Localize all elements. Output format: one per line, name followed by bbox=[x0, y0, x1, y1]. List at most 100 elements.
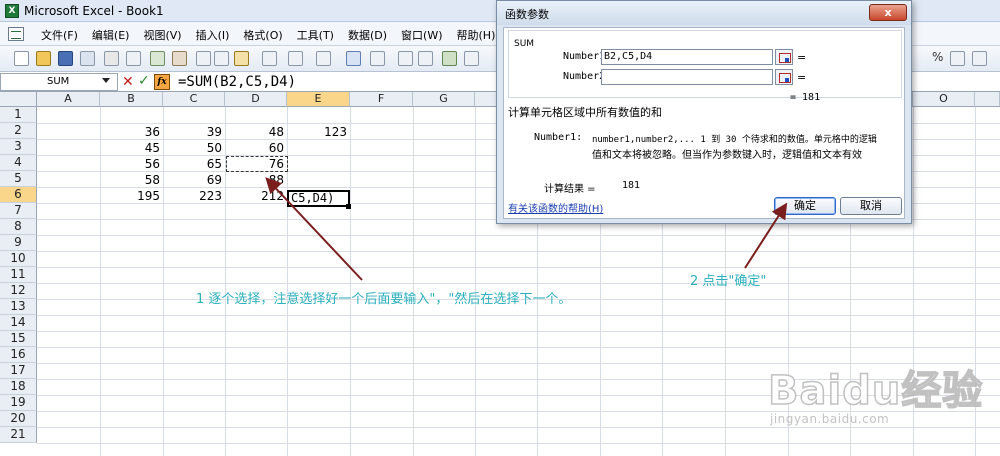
column-header-f[interactable]: F bbox=[350, 92, 413, 107]
function-arguments-dialog: 函数参数 x SUM Number1 B2,C5,D4 = Number2 = … bbox=[496, 0, 912, 224]
menu-insert[interactable]: 插入(I) bbox=[189, 27, 237, 43]
cell-b2[interactable]: 36 bbox=[100, 124, 163, 140]
redo-icon[interactable] bbox=[316, 51, 331, 66]
row-header-16[interactable]: 16 bbox=[0, 347, 37, 363]
row-header-15[interactable]: 15 bbox=[0, 331, 37, 347]
open-icon[interactable] bbox=[36, 51, 51, 66]
print-icon[interactable] bbox=[104, 51, 119, 66]
column-header-d[interactable]: D bbox=[225, 92, 287, 107]
menu-file[interactable]: 文件(F) bbox=[34, 27, 85, 43]
sort-ascending-icon[interactable] bbox=[398, 51, 413, 66]
workbook-icon[interactable] bbox=[8, 27, 24, 41]
row-header-5[interactable]: 5 bbox=[0, 171, 37, 187]
row-header-9[interactable]: 9 bbox=[0, 235, 37, 251]
collapse-dialog-icon[interactable] bbox=[775, 69, 793, 85]
hyperlink-icon[interactable] bbox=[346, 51, 361, 66]
row-header-7[interactable]: 7 bbox=[0, 203, 37, 219]
cell-c3[interactable]: 50 bbox=[163, 140, 225, 156]
drawing-icon[interactable] bbox=[464, 51, 479, 66]
column-header-p[interactable] bbox=[975, 92, 1000, 107]
menu-data[interactable]: 数据(D) bbox=[341, 27, 394, 43]
menu-tools[interactable]: 工具(T) bbox=[290, 27, 341, 43]
autosum-icon[interactable] bbox=[370, 51, 385, 66]
row-header-12[interactable]: 12 bbox=[0, 283, 37, 299]
argument-description-line2: 值和文本将被忽略。但当作为参数键入时，逻辑值和文本有效 bbox=[592, 150, 862, 161]
row-header-4[interactable]: 4 bbox=[0, 155, 37, 171]
column-header-b[interactable]: B bbox=[100, 92, 163, 107]
row-header-14[interactable]: 14 bbox=[0, 315, 37, 331]
cell-b5[interactable]: 58 bbox=[100, 172, 163, 188]
ok-button[interactable]: 确定 bbox=[774, 197, 836, 215]
cell-c2[interactable]: 39 bbox=[163, 124, 225, 140]
fill-handle[interactable] bbox=[346, 204, 351, 209]
enter-icon[interactable]: ✓ bbox=[138, 73, 150, 89]
cell-c4[interactable]: 65 bbox=[163, 156, 225, 172]
row-header-18[interactable]: 18 bbox=[0, 379, 37, 395]
print-preview-icon[interactable] bbox=[126, 51, 141, 66]
gridline bbox=[37, 267, 1000, 268]
menu-window[interactable]: 窗口(W) bbox=[394, 27, 449, 43]
cancel-button[interactable]: 取消 bbox=[840, 197, 902, 215]
cell-e2[interactable]: 123 bbox=[287, 124, 350, 140]
cell-d2[interactable]: 48 bbox=[225, 124, 287, 140]
cell-b3[interactable]: 45 bbox=[100, 140, 163, 156]
select-all-corner[interactable] bbox=[0, 92, 37, 107]
cancel-icon[interactable]: ✕ bbox=[122, 74, 134, 90]
menu-edit[interactable]: 编辑(E) bbox=[85, 27, 137, 43]
column-header-c[interactable]: C bbox=[163, 92, 225, 107]
paste-icon[interactable] bbox=[234, 51, 249, 66]
number1-input[interactable]: B2,C5,D4 bbox=[601, 49, 773, 65]
row-header-19[interactable]: 19 bbox=[0, 395, 37, 411]
row-header-10[interactable]: 10 bbox=[0, 251, 37, 267]
row-header-8[interactable]: 8 bbox=[0, 219, 37, 235]
chart-wizard-icon[interactable] bbox=[442, 51, 457, 66]
new-icon[interactable] bbox=[14, 51, 29, 66]
chevron-down-icon[interactable] bbox=[102, 78, 110, 83]
column-header-g[interactable]: G bbox=[413, 92, 475, 107]
cell-d3[interactable]: 60 bbox=[225, 140, 287, 156]
cell-b4[interactable]: 56 bbox=[100, 156, 163, 172]
dialog-title-bar[interactable]: 函数参数 x bbox=[497, 1, 911, 25]
column-header-o[interactable]: O bbox=[913, 92, 975, 107]
insert-function-icon[interactable]: fx bbox=[154, 74, 170, 90]
copy-icon[interactable] bbox=[214, 51, 229, 66]
comma-style-icon[interactable] bbox=[950, 51, 965, 66]
row-header-21[interactable]: 21 bbox=[0, 427, 37, 443]
collapse-dialog-icon[interactable] bbox=[775, 49, 793, 65]
row-header-20[interactable]: 20 bbox=[0, 411, 37, 427]
cell-c5[interactable]: 69 bbox=[163, 172, 225, 188]
row-header-6[interactable]: 6 bbox=[0, 187, 37, 203]
active-cell-e6[interactable]: C5,D4) bbox=[287, 190, 350, 207]
name-box[interactable]: SUM bbox=[0, 73, 118, 91]
function-help-link[interactable]: 有关该函数的帮助(H) bbox=[508, 200, 603, 215]
menu-view[interactable]: 视图(V) bbox=[136, 27, 188, 43]
formula-input[interactable]: =SUM(B2,C5,D4) bbox=[178, 74, 296, 90]
cell-b6[interactable]: 195 bbox=[100, 188, 163, 204]
column-header-a[interactable]: A bbox=[37, 92, 100, 107]
menu-help[interactable]: 帮助(H) bbox=[450, 27, 503, 43]
cell-d5[interactable]: 88 bbox=[225, 172, 287, 188]
row-header-17[interactable]: 17 bbox=[0, 363, 37, 379]
row-header-11[interactable]: 11 bbox=[0, 267, 37, 283]
close-button[interactable]: x bbox=[869, 4, 907, 21]
percent-style-button[interactable]: % bbox=[932, 50, 943, 64]
undo-icon[interactable] bbox=[288, 51, 303, 66]
column-header-e[interactable]: E bbox=[287, 92, 350, 107]
baidu-watermark: Baidu经验 jingyan.baidu.com bbox=[760, 356, 990, 446]
menu-format[interactable]: 格式(O) bbox=[236, 27, 289, 43]
spelling-icon[interactable] bbox=[150, 51, 165, 66]
research-icon[interactable] bbox=[172, 51, 187, 66]
permission-icon[interactable] bbox=[80, 51, 95, 66]
row-header-2[interactable]: 2 bbox=[0, 123, 37, 139]
row-header-3[interactable]: 3 bbox=[0, 139, 37, 155]
save-icon[interactable] bbox=[58, 51, 73, 66]
cell-d6[interactable]: 212 bbox=[225, 188, 287, 204]
row-header-1[interactable]: 1 bbox=[0, 107, 37, 123]
increase-decimal-icon[interactable] bbox=[972, 51, 987, 66]
format-painter-icon[interactable] bbox=[262, 51, 277, 66]
cut-icon[interactable] bbox=[196, 51, 211, 66]
row-header-13[interactable]: 13 bbox=[0, 299, 37, 315]
cell-c6[interactable]: 223 bbox=[163, 188, 225, 204]
number2-input[interactable] bbox=[601, 69, 773, 85]
sort-descending-icon[interactable] bbox=[418, 51, 433, 66]
